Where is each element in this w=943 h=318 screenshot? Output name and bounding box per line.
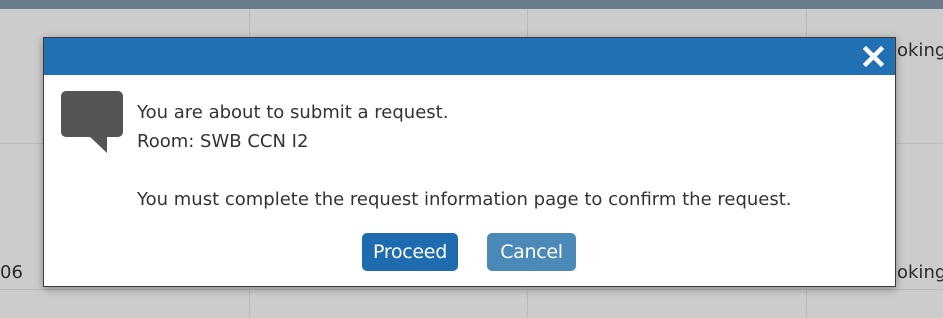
proceed-button[interactable]: Proceed: [362, 233, 458, 271]
cancel-button[interactable]: Cancel: [487, 233, 576, 271]
background-cell-text: oking: [897, 262, 943, 283]
background-cell-text: oking: [897, 40, 943, 61]
dialog-titlebar: [44, 38, 895, 75]
message-line-room: Room: SWB CCN I2: [137, 131, 309, 152]
speech-bubble-icon: [61, 91, 123, 153]
message-line-submit: You are about to submit a request.: [137, 102, 449, 123]
table-header-bar: [0, 0, 943, 9]
close-button[interactable]: [860, 43, 887, 70]
message-line-instructions: You must complete the request informatio…: [137, 189, 792, 210]
page: oking oking 06 You are about to submit a…: [0, 0, 943, 318]
background-cell-text: 06: [0, 262, 23, 283]
close-icon: [862, 45, 885, 68]
grid-row-divider: [0, 289, 943, 290]
confirm-request-dialog: You are about to submit a request. Room:…: [43, 37, 896, 287]
dialog-message: You are about to submit a request. Room:…: [137, 98, 792, 214]
